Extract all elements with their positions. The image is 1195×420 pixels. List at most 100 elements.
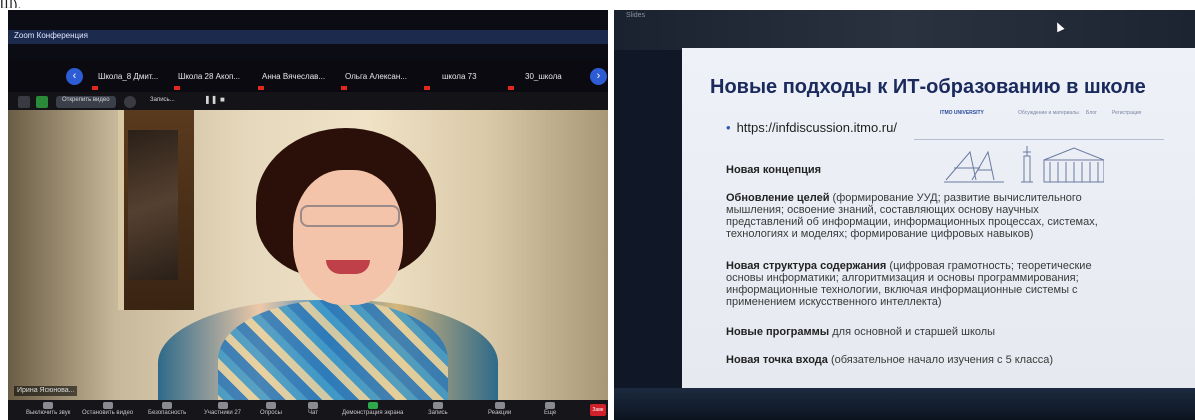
- structure-text-2: основы информатики; алгоритмизация и осн…: [726, 272, 1079, 284]
- zoom-window-title: Zoom Конференция: [14, 31, 88, 40]
- control-label: Еще: [544, 410, 557, 416]
- polls-button[interactable]: Опросы: [260, 402, 282, 416]
- settings-icon[interactable]: [124, 96, 136, 108]
- muted-mic-icon: [424, 86, 430, 90]
- more-button[interactable]: Еще: [544, 402, 556, 416]
- control-label: Опросы: [260, 410, 282, 416]
- screen-top-area: Slides: [614, 10, 1195, 50]
- record-button[interactable]: Запись: [428, 402, 448, 416]
- muted-mic-icon: [258, 86, 264, 90]
- stop-icon[interactable]: ■: [220, 95, 225, 104]
- zoom-titlebar: Zoom Конференция: [8, 30, 608, 44]
- slide-url-line: • https://infdiscussion.itmo.ru/: [726, 120, 897, 135]
- control-label: Демонстрация экрана: [342, 410, 404, 416]
- screen-bottom-area: [614, 388, 1195, 420]
- ellipsis-icon: [545, 402, 556, 409]
- control-label: Чат: [308, 410, 318, 416]
- structure-text-4: применением искусственного интеллекта): [726, 296, 942, 308]
- mouse-cursor-icon: [1053, 20, 1065, 33]
- bullet-icon: •: [726, 120, 731, 135]
- participant-name[interactable]: школа 73: [442, 72, 477, 81]
- speaker-video: [8, 110, 608, 400]
- record-icon: [432, 402, 443, 409]
- control-label: Выключить звук: [26, 410, 71, 416]
- participant-name[interactable]: 30_школа: [525, 72, 562, 81]
- chat-icon: [308, 402, 318, 409]
- participants-count: 27: [234, 410, 242, 416]
- goals-bold: Обновление целей: [726, 192, 830, 204]
- speaker-glasses: [300, 205, 400, 227]
- chart-icon: [265, 402, 276, 409]
- shield-icon: [162, 402, 173, 409]
- camera-icon: [102, 402, 113, 409]
- chat-button[interactable]: Чат: [308, 402, 318, 416]
- goals-text-2: мышления; освоение знаний, составляющих …: [726, 204, 1039, 216]
- participant-name[interactable]: Ольга Алексан...: [345, 72, 407, 81]
- structure-bold: Новая структура содержания: [726, 260, 887, 272]
- control-label: Реакции: [488, 410, 512, 416]
- paragraph-goals: Обновление целей (формирование УУД; разв…: [726, 192, 1116, 240]
- prev-page-button[interactable]: ‹: [66, 68, 83, 85]
- control-label: Безопасность: [148, 410, 187, 416]
- microphone-icon: [43, 402, 54, 409]
- screen-top-text: Slides: [626, 12, 646, 19]
- paragraph-structure: Новая структура содержания (цифровая гра…: [726, 260, 1116, 308]
- pause-icon[interactable]: ❚❚: [204, 95, 217, 104]
- control-label: Остановить видео: [82, 410, 134, 416]
- shield-icon[interactable]: [36, 96, 48, 108]
- video-options-bar: Открепить видео Запись... ❚❚ ■: [8, 92, 608, 112]
- participant-strip: ‹ Школа_8 Дмит... Школа 28 Акоп... Анна …: [8, 60, 608, 94]
- paragraph-entry-point: Новая точка входа (обязательное начало и…: [726, 354, 1116, 366]
- muted-mic-icon: [174, 86, 180, 90]
- zoom-control-bar: Выключить звук Остановить видео Безопасн…: [8, 400, 608, 420]
- mirror: [128, 130, 178, 280]
- recording-label: Запись...: [150, 97, 175, 103]
- itmo-nav-link: Регистрация: [1112, 110, 1142, 116]
- entry-point-text: (обязательное начало изучения с 5 класса…: [827, 354, 1054, 366]
- structure-text-3: информационные технологии, включая инфор…: [726, 284, 1078, 296]
- mute-button[interactable]: Выключить звук: [26, 402, 70, 416]
- control-label: Участники: [204, 410, 233, 416]
- next-page-button[interactable]: ›: [590, 68, 607, 85]
- participant-name[interactable]: Школа 28 Акоп...: [178, 72, 240, 81]
- goals-text-4: технологиях и моделях; формирование цифр…: [726, 228, 1034, 240]
- itmo-site-header: ITMO UNIVERSITY Обсуждение и материалы Б…: [940, 110, 1142, 120]
- goals-text-1: (формирование УУД; развитие вычислительн…: [829, 192, 1082, 204]
- reactions-icon: [494, 402, 505, 409]
- muted-mic-icon: [92, 86, 98, 90]
- share-screen-button[interactable]: Демонстрация экрана: [342, 402, 403, 416]
- entry-point-bold: Новая точка входа: [726, 354, 828, 366]
- presentation-slide: Новые подходы к ИТ-образованию в школе I…: [682, 48, 1195, 394]
- concept-heading-text: Новая концепция: [726, 164, 822, 176]
- share-screen-icon: [367, 402, 378, 409]
- people-icon: [217, 402, 228, 409]
- itmo-nav-link: Блог: [1086, 110, 1097, 116]
- slide-title: Новые подходы к ИТ-образованию в школе: [710, 76, 1146, 98]
- slide-photo: Slides Новые подходы к ИТ-образованию в …: [614, 10, 1195, 420]
- muted-mic-icon: [508, 86, 514, 90]
- structure-text-1: (цифровая грамотность; теоретические: [886, 260, 1092, 272]
- programs-text: для основной и старшей школы: [829, 326, 996, 338]
- view-icon[interactable]: [18, 96, 30, 108]
- muted-mic-icon: [341, 86, 347, 90]
- unpin-video-label: Открепить видео: [62, 97, 110, 103]
- speaker-name-tag: Ирина Ясюнова...: [14, 386, 78, 396]
- paragraph-programs: Новые программы для основной и старшей ш…: [726, 326, 1116, 338]
- participant-name[interactable]: Анна Вячеслав...: [262, 72, 325, 81]
- end-meeting-button[interactable]: Заве: [590, 404, 606, 416]
- security-button[interactable]: Безопасность: [148, 402, 186, 416]
- goals-text-3: представлений об информации, информацион…: [726, 216, 1098, 228]
- participant-name[interactable]: Школа_8 Дмит...: [98, 72, 158, 81]
- speaker-face: [293, 170, 403, 305]
- slide-url: https://infdiscussion.itmo.ru/: [736, 120, 897, 135]
- cropped-text: Ш).: [0, 0, 22, 8]
- control-label: Запись: [428, 410, 448, 416]
- reactions-button[interactable]: Реакции: [488, 402, 511, 416]
- itmo-nav-link: Обсуждение и материалы: [1018, 110, 1079, 116]
- itmo-logo: ITMO UNIVERSITY: [940, 110, 984, 116]
- programs-bold: Новые программы: [726, 326, 830, 338]
- concept-heading: Новая концепция: [726, 164, 1116, 176]
- participants-button[interactable]: Участники 27: [204, 402, 241, 416]
- stop-video-button[interactable]: Остановить видео: [82, 402, 133, 416]
- zoom-meeting-photo: Zoom Конференция ‹ Школа_8 Дмит... Школа…: [8, 10, 608, 420]
